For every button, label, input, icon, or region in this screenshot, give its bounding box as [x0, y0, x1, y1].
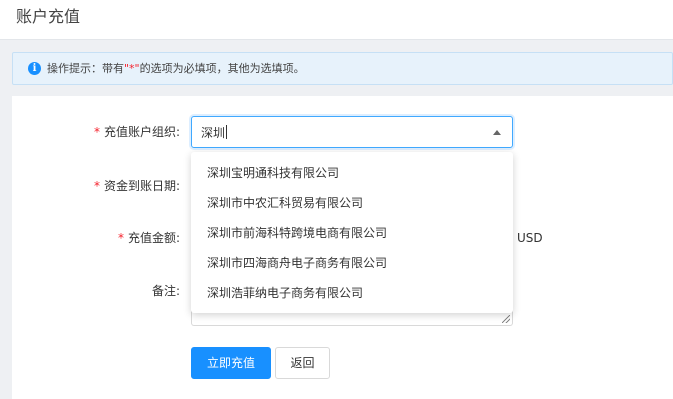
remark-label-text: 备注:	[151, 284, 180, 298]
dropdown-option[interactable]: 深圳市中农汇科贸易有限公司	[191, 188, 513, 218]
info-icon: i	[28, 62, 41, 75]
tip-bar: i 操作提示：带有"*"的选项为必填项，其他为选填项。	[12, 52, 673, 85]
dropdown-option[interactable]: 深圳浩菲纳电子商务有限公司	[191, 278, 513, 308]
org-select[interactable]: 深圳	[191, 116, 513, 148]
page-title: 账户充值	[16, 7, 81, 26]
amount-label: * 充值金额:	[20, 230, 180, 246]
required-mark: *	[117, 231, 124, 245]
dropdown-option[interactable]: 深圳市前海科特跨境电商有限公司	[191, 218, 513, 248]
required-mark: *	[93, 125, 100, 139]
resize-handle-icon[interactable]	[502, 315, 510, 323]
remark-label: 备注:	[20, 283, 180, 299]
chevron-up-icon[interactable]	[493, 130, 501, 135]
tip-required-mark: "*"	[124, 62, 140, 75]
org-label-text: 充值账户组织:	[103, 125, 180, 139]
amount-unit: USD	[517, 231, 543, 245]
text-caret	[226, 125, 228, 139]
dropdown-option[interactable]: 深圳市四海商舟电子商务有限公司	[191, 248, 513, 278]
org-select-input[interactable]: 深圳	[201, 125, 228, 141]
date-label-text: 资金到账日期:	[103, 179, 180, 193]
tip-prefix: 操作提示：带有	[47, 62, 124, 75]
page-header: 账户充值	[0, 0, 673, 40]
date-label: * 资金到账日期:	[20, 178, 180, 194]
back-button[interactable]: 返回	[275, 347, 330, 379]
org-dropdown: 深圳宝明通科技有限公司 深圳市中农汇科贸易有限公司 深圳市前海科特跨境电商有限公…	[191, 152, 513, 313]
amount-label-text: 充值金额:	[127, 231, 180, 245]
required-mark: *	[93, 179, 100, 193]
submit-recharge-button[interactable]: 立即充值	[191, 347, 271, 379]
org-select-value: 深圳	[201, 126, 226, 140]
org-label: * 充值账户组织:	[20, 124, 180, 140]
dropdown-option[interactable]: 深圳宝明通科技有限公司	[191, 158, 513, 188]
tip-suffix: 的选项为必填项，其他为选填项。	[139, 62, 305, 75]
